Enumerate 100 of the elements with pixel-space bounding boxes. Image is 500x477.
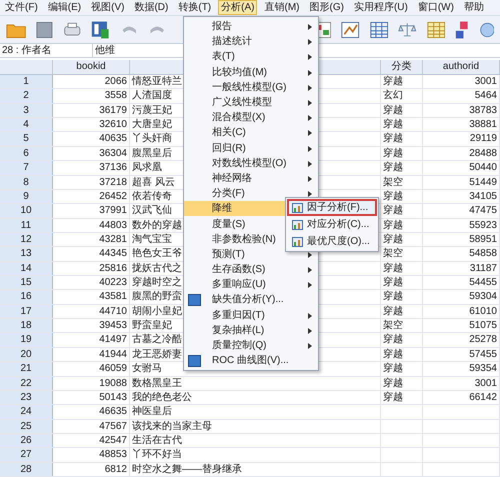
row-number[interactable]: 9: [0, 190, 53, 204]
table-cell: 44345: [53, 247, 130, 261]
row-number[interactable]: 4: [0, 118, 53, 132]
value-labels-icon[interactable]: [455, 18, 469, 40]
row-number[interactable]: 8: [0, 176, 53, 189]
menu-item[interactable]: 表(T): [184, 49, 318, 65]
row-number[interactable]: 13: [0, 247, 53, 261]
row-number[interactable]: 10: [0, 204, 53, 218]
table-cell: 43281: [53, 232, 130, 246]
table-cell: 穿越: [381, 304, 423, 318]
submenu-arrow-icon: [308, 191, 312, 198]
table-cell: 41944: [53, 348, 130, 362]
column-header[interactable]: 分类: [381, 60, 423, 74]
row-number[interactable]: 23: [0, 390, 53, 404]
table-cell: 48853: [53, 448, 130, 462]
table-cell: 2066: [53, 75, 130, 88]
table-cell: 38881: [423, 118, 500, 132]
menu-item[interactable]: 描述统计: [184, 34, 318, 50]
table-cell: 丫环不好当: [130, 448, 381, 462]
table-cell: 玄幻: [381, 89, 423, 103]
table-icon[interactable]: [426, 20, 446, 40]
submenu-arrow-icon: [308, 146, 312, 152]
table-cell: 穿越: [381, 104, 423, 118]
menu-bar-item[interactable]: 帮助: [460, 0, 487, 15]
row-number[interactable]: 19: [0, 333, 53, 347]
menu-bar-item[interactable]: 转换(T): [175, 0, 214, 15]
table-cell: 39453: [53, 319, 130, 332]
submenu-arrow-icon: [308, 54, 312, 60]
row-number[interactable]: 21: [0, 362, 53, 376]
menu-bar-item[interactable]: 实用程序(U): [350, 0, 411, 15]
menu-item[interactable]: 生存函数(S): [184, 262, 318, 278]
row-number[interactable]: 17: [0, 304, 53, 318]
table-cell: 架空: [381, 319, 423, 332]
row-number[interactable]: 25: [0, 420, 53, 433]
cell-reference: 28 : 作者名: [1, 44, 52, 58]
table-cell: 6812: [53, 462, 130, 476]
table-cell: 穿越: [381, 190, 423, 204]
table-cell: 58951: [423, 232, 500, 246]
row-number[interactable]: 14: [0, 262, 53, 276]
table-cell: 40635: [53, 132, 130, 146]
menu-item[interactable]: 对应分析(C)...: [287, 216, 377, 233]
row-number[interactable]: 5: [0, 132, 53, 146]
menu-bar-item[interactable]: 图形(G): [306, 0, 347, 15]
table-cell: 生活在古代: [130, 434, 381, 448]
table-cell: 46059: [53, 362, 130, 376]
row-number[interactable]: 6: [0, 146, 53, 160]
submenu-arrow-icon: [308, 130, 312, 136]
table-cell: 37136: [53, 161, 130, 175]
table-cell: 穿越: [381, 262, 423, 276]
save-icon[interactable]: [36, 20, 53, 40]
dialog-icon[interactable]: [91, 18, 110, 40]
menu-bar-item[interactable]: 分析(A): [218, 0, 258, 15]
column-header[interactable]: bookid: [53, 60, 130, 74]
table-cell: 5464: [423, 89, 500, 103]
row-number[interactable]: 2: [0, 89, 53, 103]
table-cell: 51449: [423, 176, 500, 189]
menu-bar-item[interactable]: 数据(D): [131, 0, 172, 15]
table-cell: 41497: [53, 333, 130, 347]
menu-bar-item[interactable]: 直销(M): [261, 0, 302, 15]
submenu-arrow-icon: [308, 160, 312, 167]
table-cell: 55923: [423, 218, 500, 232]
table-icon[interactable]: [370, 20, 388, 40]
menu-item[interactable]: 因子分析(F)...: [287, 199, 377, 216]
table-cell: 51075: [423, 319, 500, 332]
table-cell: 25816: [53, 262, 130, 276]
row-number[interactable]: 20: [0, 348, 53, 362]
table-cell: 该找来的当家主母: [130, 420, 381, 433]
menu-bar-item[interactable]: 视图(V): [88, 0, 128, 15]
row-number[interactable]: 28: [0, 462, 53, 476]
table-cell: 36179: [53, 104, 130, 118]
table-cell: 架空: [381, 176, 423, 189]
table-cell: 穿越: [381, 118, 423, 132]
column-header[interactable]: authorid: [423, 60, 500, 74]
row-number[interactable]: 24: [0, 405, 53, 419]
row-number[interactable]: 27: [0, 448, 53, 462]
row-number[interactable]: 18: [0, 319, 53, 332]
table-cell: 25278: [423, 333, 500, 347]
table-cell: 59354: [423, 362, 500, 376]
row-number[interactable]: 22: [0, 376, 53, 390]
row-number[interactable]: 26: [0, 434, 53, 448]
table-cell: 穿越: [381, 362, 423, 376]
row-number[interactable]: 12: [0, 232, 53, 246]
table-cell: 46635: [53, 405, 130, 419]
row-number[interactable]: 15: [0, 276, 53, 290]
menu-item[interactable]: 多重响应(U): [184, 277, 318, 292]
table-cell: 穿越: [381, 232, 423, 246]
table-cell: 我的绝色老公: [130, 390, 381, 404]
menu-bar-item[interactable]: 编辑(E): [44, 0, 84, 15]
row-number[interactable]: 7: [0, 161, 53, 175]
submenu-arrow-icon: [308, 328, 312, 334]
row-number[interactable]: 16: [0, 290, 53, 304]
row-number[interactable]: 3: [0, 104, 53, 118]
menu-bar-item[interactable]: 文件(F): [2, 0, 41, 15]
table-cell: 66142: [423, 390, 500, 404]
menu-item[interactable]: 报告: [184, 19, 318, 34]
table-cell: 穿越: [381, 390, 423, 404]
table-cell: 54858: [423, 247, 500, 261]
row-number[interactable]: 11: [0, 218, 53, 232]
menu-bar-item[interactable]: 窗口(W): [414, 0, 457, 15]
row-number[interactable]: 1: [0, 75, 53, 88]
